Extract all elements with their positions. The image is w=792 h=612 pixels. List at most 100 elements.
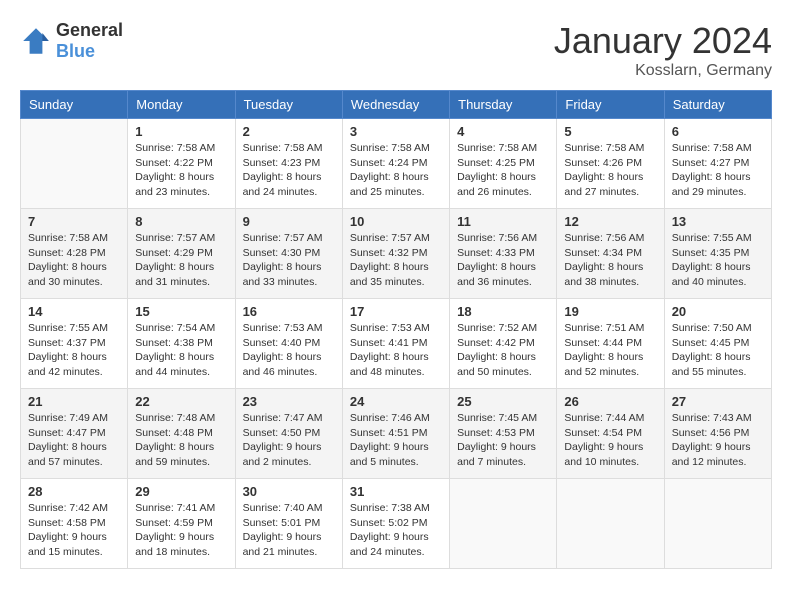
- day-info: Sunrise: 7:58 AMSunset: 4:24 PMDaylight:…: [350, 141, 442, 200]
- calendar-cell: 11Sunrise: 7:56 AMSunset: 4:33 PMDayligh…: [450, 209, 557, 299]
- day-info: Sunrise: 7:55 AMSunset: 4:37 PMDaylight:…: [28, 321, 120, 380]
- calendar-cell: 20Sunrise: 7:50 AMSunset: 4:45 PMDayligh…: [664, 299, 771, 389]
- day-info: Sunrise: 7:46 AMSunset: 4:51 PMDaylight:…: [350, 411, 442, 470]
- col-header-saturday: Saturday: [664, 91, 771, 119]
- day-info: Sunrise: 7:44 AMSunset: 4:54 PMDaylight:…: [564, 411, 656, 470]
- day-number: 12: [564, 214, 656, 229]
- day-info: Sunrise: 7:42 AMSunset: 4:58 PMDaylight:…: [28, 501, 120, 560]
- day-info: Sunrise: 7:53 AMSunset: 4:41 PMDaylight:…: [350, 321, 442, 380]
- day-info: Sunrise: 7:50 AMSunset: 4:45 PMDaylight:…: [672, 321, 764, 380]
- calendar-cell: 23Sunrise: 7:47 AMSunset: 4:50 PMDayligh…: [235, 389, 342, 479]
- day-number: 14: [28, 304, 120, 319]
- day-number: 31: [350, 484, 442, 499]
- day-info: Sunrise: 7:54 AMSunset: 4:38 PMDaylight:…: [135, 321, 227, 380]
- day-number: 10: [350, 214, 442, 229]
- day-number: 15: [135, 304, 227, 319]
- calendar-week-row: 1 Sunrise: 7:58 AMSunset: 4:22 PMDaylight…: [21, 119, 772, 209]
- calendar-cell: 30 Sunrise: 7:40 AMSunset: 5:01 PMDayligh…: [235, 479, 342, 569]
- day-info: Sunrise: 7:56 AMSunset: 4:34 PMDaylight:…: [564, 231, 656, 290]
- day-info: Sunrise: 7:58 AMSunset: 4:28 PMDaylight:…: [28, 231, 120, 290]
- day-info: Sunrise: 7:47 AMSunset: 4:50 PMDaylight:…: [243, 411, 335, 470]
- day-number: 4: [457, 124, 549, 139]
- calendar-week-row: 21Sunrise: 7:49 AMSunset: 4:47 PMDayligh…: [21, 389, 772, 479]
- calendar-cell: 9Sunrise: 7:57 AMSunset: 4:30 PMDaylight…: [235, 209, 342, 299]
- calendar-cell: 19Sunrise: 7:51 AMSunset: 4:44 PMDayligh…: [557, 299, 664, 389]
- day-info: Sunrise: 7:41 AMSunset: 4:59 PMDaylight:…: [135, 501, 227, 560]
- day-number: 3: [350, 124, 442, 139]
- calendar-header-row: SundayMondayTuesdayWednesdayThursdayFrid…: [21, 91, 772, 119]
- calendar-cell: 21Sunrise: 7:49 AMSunset: 4:47 PMDayligh…: [21, 389, 128, 479]
- col-header-friday: Friday: [557, 91, 664, 119]
- calendar-week-row: 7Sunrise: 7:58 AMSunset: 4:28 PMDaylight…: [21, 209, 772, 299]
- calendar-cell: 28Sunrise: 7:42 AMSunset: 4:58 PMDayligh…: [21, 479, 128, 569]
- day-number: 30: [243, 484, 335, 499]
- day-number: 6: [672, 124, 764, 139]
- col-header-thursday: Thursday: [450, 91, 557, 119]
- calendar-cell: 16 Sunrise: 7:53 AMSunset: 4:40 PMDayligh…: [235, 299, 342, 389]
- calendar-cell: 6 Sunrise: 7:58 AMSunset: 4:27 PMDaylight…: [664, 119, 771, 209]
- calendar-cell: [21, 119, 128, 209]
- day-info: Sunrise: 7:57 AMSunset: 4:32 PMDaylight:…: [350, 231, 442, 290]
- calendar-cell: 7Sunrise: 7:58 AMSunset: 4:28 PMDaylight…: [21, 209, 128, 299]
- calendar-cell: 14 Sunrise: 7:55 AMSunset: 4:37 PMDayligh…: [21, 299, 128, 389]
- day-number: 16: [243, 304, 335, 319]
- calendar-cell: 5Sunrise: 7:58 AMSunset: 4:26 PMDaylight…: [557, 119, 664, 209]
- calendar-cell: 4 Sunrise: 7:58 AMSunset: 4:25 PMDaylight…: [450, 119, 557, 209]
- calendar-cell: 1 Sunrise: 7:58 AMSunset: 4:22 PMDaylight…: [128, 119, 235, 209]
- day-info: Sunrise: 7:57 AMSunset: 4:30 PMDaylight:…: [243, 231, 335, 290]
- calendar-cell: 24 Sunrise: 7:46 AMSunset: 4:51 PMDayligh…: [342, 389, 449, 479]
- calendar-cell: 10 Sunrise: 7:57 AMSunset: 4:32 PMDayligh…: [342, 209, 449, 299]
- day-info: Sunrise: 7:49 AMSunset: 4:47 PMDaylight:…: [28, 411, 120, 470]
- day-info: Sunrise: 7:51 AMSunset: 4:44 PMDaylight:…: [564, 321, 656, 380]
- logo-text-blue: Blue: [56, 41, 95, 61]
- calendar-cell: [664, 479, 771, 569]
- col-header-sunday: Sunday: [21, 91, 128, 119]
- day-info: Sunrise: 7:53 AMSunset: 4:40 PMDaylight:…: [243, 321, 335, 380]
- calendar-cell: 29 Sunrise: 7:41 AMSunset: 4:59 PMDayligh…: [128, 479, 235, 569]
- day-number: 24: [350, 394, 442, 409]
- calendar-cell: 17 Sunrise: 7:53 AMSunset: 4:41 PMDayligh…: [342, 299, 449, 389]
- logo: General Blue: [20, 20, 123, 62]
- calendar-cell: 31Sunrise: 7:38 AMSunset: 5:02 PMDayligh…: [342, 479, 449, 569]
- day-number: 27: [672, 394, 764, 409]
- day-info: Sunrise: 7:40 AMSunset: 5:01 PMDaylight:…: [243, 501, 335, 560]
- day-info: Sunrise: 7:52 AMSunset: 4:42 PMDaylight:…: [457, 321, 549, 380]
- day-number: 17: [350, 304, 442, 319]
- page-header: General Blue January 2024 Kosslarn, Germ…: [20, 20, 772, 80]
- calendar-cell: 18Sunrise: 7:52 AMSunset: 4:42 PMDayligh…: [450, 299, 557, 389]
- location: Kosslarn, Germany: [554, 62, 772, 80]
- col-header-tuesday: Tuesday: [235, 91, 342, 119]
- logo-text-general: General: [56, 20, 123, 40]
- calendar-cell: 8 Sunrise: 7:57 AMSunset: 4:29 PMDaylight…: [128, 209, 235, 299]
- calendar-week-row: 28Sunrise: 7:42 AMSunset: 4:58 PMDayligh…: [21, 479, 772, 569]
- calendar-cell: 12 Sunrise: 7:56 AMSunset: 4:34 PMDayligh…: [557, 209, 664, 299]
- day-info: Sunrise: 7:58 AMSunset: 4:25 PMDaylight:…: [457, 141, 549, 200]
- day-number: 25: [457, 394, 549, 409]
- calendar-cell: 26 Sunrise: 7:44 AMSunset: 4:54 PMDayligh…: [557, 389, 664, 479]
- calendar-cell: 15 Sunrise: 7:54 AMSunset: 4:38 PMDayligh…: [128, 299, 235, 389]
- calendar-cell: 2 Sunrise: 7:58 AMSunset: 4:23 PMDaylight…: [235, 119, 342, 209]
- logo-icon: [20, 25, 52, 57]
- title-block: January 2024 Kosslarn, Germany: [554, 20, 772, 80]
- col-header-monday: Monday: [128, 91, 235, 119]
- day-number: 29: [135, 484, 227, 499]
- calendar-cell: 25Sunrise: 7:45 AMSunset: 4:53 PMDayligh…: [450, 389, 557, 479]
- month-year: January 2024: [554, 20, 772, 62]
- calendar-cell: [557, 479, 664, 569]
- day-info: Sunrise: 7:57 AMSunset: 4:29 PMDaylight:…: [135, 231, 227, 290]
- calendar-cell: [450, 479, 557, 569]
- day-number: 8: [135, 214, 227, 229]
- day-info: Sunrise: 7:48 AMSunset: 4:48 PMDaylight:…: [135, 411, 227, 470]
- day-info: Sunrise: 7:58 AMSunset: 4:22 PMDaylight:…: [135, 141, 227, 200]
- day-info: Sunrise: 7:58 AMSunset: 4:23 PMDaylight:…: [243, 141, 335, 200]
- calendar-week-row: 14 Sunrise: 7:55 AMSunset: 4:37 PMDayligh…: [21, 299, 772, 389]
- day-number: 2: [243, 124, 335, 139]
- day-number: 5: [564, 124, 656, 139]
- day-info: Sunrise: 7:43 AMSunset: 4:56 PMDaylight:…: [672, 411, 764, 470]
- day-info: Sunrise: 7:58 AMSunset: 4:27 PMDaylight:…: [672, 141, 764, 200]
- day-number: 11: [457, 214, 549, 229]
- day-number: 26: [564, 394, 656, 409]
- calendar-table: SundayMondayTuesdayWednesdayThursdayFrid…: [20, 90, 772, 569]
- day-number: 13: [672, 214, 764, 229]
- day-number: 1: [135, 124, 227, 139]
